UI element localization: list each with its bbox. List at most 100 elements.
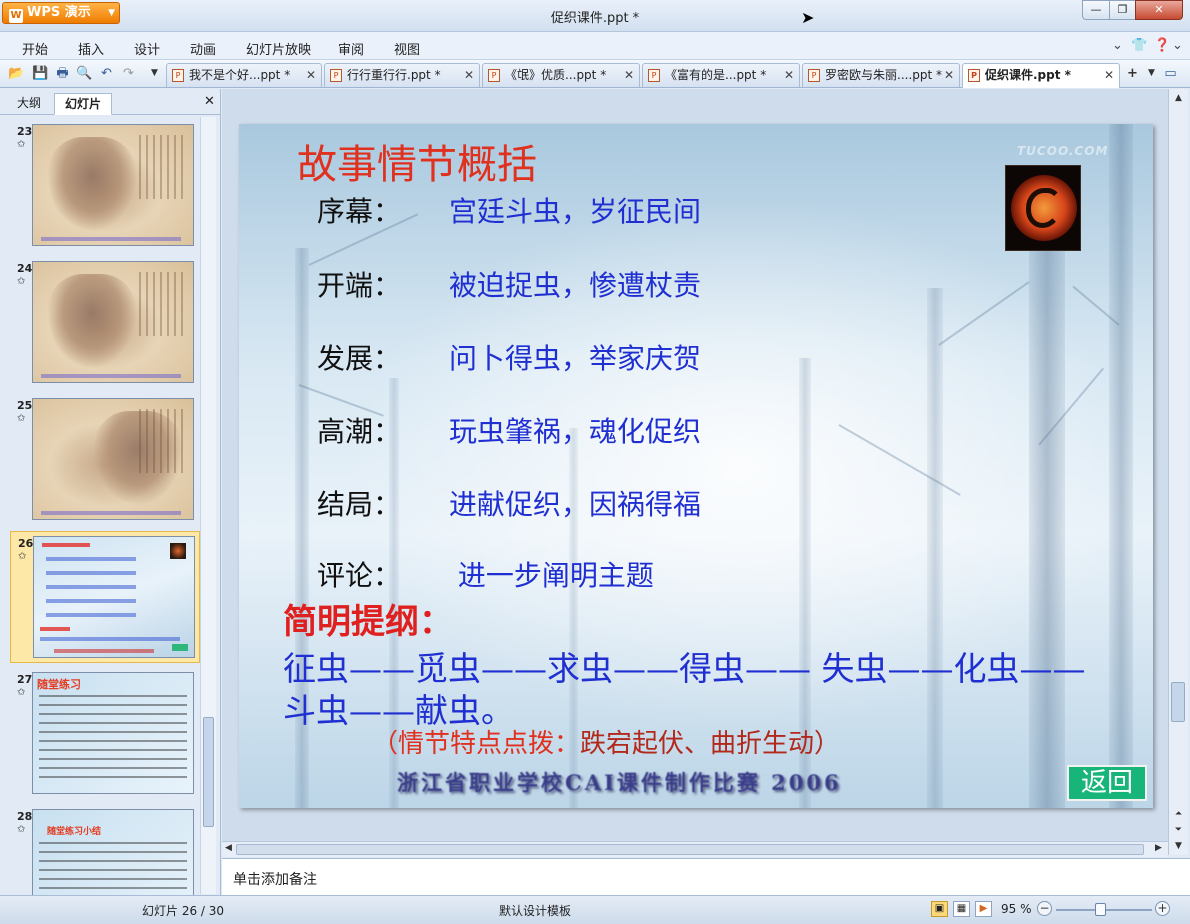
dragon-logo-icon [1005,165,1081,251]
tip-suffix: ） [814,729,841,759]
ppt-file-icon: P [808,69,820,82]
close-tab-icon[interactable]: ✕ [624,64,634,86]
print-icon[interactable]: 🖶 [54,65,71,82]
slide-thumbnail-25[interactable]: 25 ✩ [10,394,200,526]
doc-tab-6-active[interactable]: P 促织课件.ppt * ✕ [962,63,1120,88]
status-bar: 幻灯片 26 / 30 默认设计模板 ▣ ▦ ▶ 95 % − + [0,895,1190,924]
close-tab-icon[interactable]: ✕ [944,64,954,86]
slide-canvas[interactable]: 故事情节概括 TUCOO.COM 序幕： 宫廷斗虫，岁征民间 开端： 被迫捉虫，惨遭… [239,124,1153,808]
animation-star-icon: ✩ [17,139,26,150]
close-window-button[interactable]: ✕ [1135,0,1183,20]
skin-icon[interactable]: 👕 [1131,38,1147,53]
return-button[interactable]: 返回 [1067,765,1147,801]
outline-value: 宫廷斗虫，岁征民间 [449,195,702,228]
previous-slide-icon[interactable]: ⏶ [1171,807,1186,821]
menu-design[interactable]: 设计 [134,39,160,58]
zoom-out-icon[interactable]: − [1037,901,1052,916]
menu-animation[interactable]: 动画 [190,39,216,58]
close-panel-icon[interactable]: ✕ [204,94,215,109]
slide-preview-heading: 随堂练习 [37,678,81,691]
next-slide-icon[interactable]: ⏷ [1171,823,1186,837]
doc-tab-1[interactable]: P 我不是个好...ppt * ✕ [166,63,322,87]
undo-icon[interactable]: ↶ [98,65,115,82]
menu-view[interactable]: 视图 [394,39,420,58]
ppt-file-icon: P [648,69,660,82]
slide-preview [32,261,194,383]
slide-thumbnail-26[interactable]: 26 ✩ [10,531,200,663]
scroll-up-icon[interactable]: ▲ [1171,91,1186,105]
close-tab-icon[interactable]: ✕ [306,64,316,86]
open-icon[interactable]: 📂 [8,65,25,82]
maximize-button[interactable]: ❐ [1109,0,1136,20]
document-tab-bar: 📂 💾 🖶 🔍 ↶ ↷ ▼ P 我不是个好...ppt * ✕ P 行行重行行.… [0,60,1190,88]
tab-slides[interactable]: 幻灯片 [54,93,112,115]
animation-star-icon: ✩ [17,687,26,698]
help-icon[interactable]: ❓ [1154,38,1170,53]
slide-preview [32,124,194,246]
help-dropdown-icon[interactable]: ⌄ [1172,38,1183,53]
menu-review[interactable]: 审阅 [338,39,364,58]
scroll-thumb[interactable] [1171,682,1185,722]
minimize-button[interactable]: — [1082,0,1110,20]
outline-label: 发展： [317,342,402,375]
outline-label: 评论： [317,559,402,592]
slide-thumbnail-24[interactable]: 24 ✩ [10,257,200,389]
close-tab-icon[interactable]: ✕ [784,64,794,86]
window-layout-icon[interactable]: ▭ [1162,65,1179,82]
editor-horizontal-scrollbar[interactable]: ◀ ▶ [222,841,1168,857]
slide-thumbnail-27[interactable]: 27 ✩ 随堂练习 [10,668,200,800]
editor-vertical-scrollbar[interactable]: ▲ ⏶ ⏷ ▼ [1168,89,1188,855]
close-tab-icon[interactable]: ✕ [1104,64,1114,86]
notes-pane[interactable]: 单击添加备注 [222,858,1190,895]
new-tab-icon[interactable]: + [1124,65,1141,82]
normal-view-icon[interactable]: ▣ [931,901,948,917]
slide-number: 26 [18,537,34,550]
ppt-file-icon: P [968,69,980,82]
zoom-level[interactable]: 95 % [1001,902,1032,916]
doc-tab-3[interactable]: P 《氓》优质...ppt * ✕ [482,63,640,87]
menu-bar: 开始 插入 设计 动画 幻灯片放映 审阅 视图 ⌄ 👕 ❓ ⌄ [0,32,1190,60]
slide-number: 27 [17,673,33,686]
toolbar-dropdown-icon[interactable]: ▼ [146,65,163,82]
scroll-thumb[interactable] [236,844,1144,855]
close-tab-icon[interactable]: ✕ [464,64,474,86]
zoom-in-icon[interactable]: + [1155,901,1170,916]
doc-tab-2[interactable]: P 行行重行行.ppt * ✕ [324,63,480,87]
slide-thumbnail-28[interactable]: 28 ✩ 随堂练习小结 [10,805,200,895]
redo-icon[interactable]: ↷ [120,65,137,82]
menu-slideshow[interactable]: 幻灯片放映 [246,39,311,58]
scroll-thumb[interactable] [203,717,214,827]
outline-row-comment: 评论： 进一步阐明主题 [317,554,654,594]
slide-thumbnail-23[interactable]: 23 ✩ [10,120,200,252]
zoom-slider-handle[interactable] [1095,903,1106,916]
doc-tab-5[interactable]: P 罗密欧与朱丽....ppt * ✕ [802,63,960,87]
tip-prefix: （情节特点点拨： [372,729,581,759]
outline-value: 进一步阐明主题 [449,559,654,592]
notes-placeholder: 单击添加备注 [233,872,317,888]
slideshow-view-icon[interactable]: ▶ [975,901,992,917]
doc-tab-4[interactable]: P 《富有的是...ppt * ✕ [642,63,800,87]
slide-sorter-view-icon[interactable]: ▦ [953,901,970,917]
collapse-ribbon-icon[interactable]: ⌄ [1112,38,1123,53]
animation-star-icon: ✩ [17,824,26,835]
outline-row-prologue: 序幕： 宫廷斗虫，岁征民间 [317,190,701,230]
slide-number: 28 [17,810,33,823]
scroll-down-icon[interactable]: ▼ [1171,839,1186,853]
panel-tabs: 大纲 幻灯片 ✕ [0,89,221,115]
tab-list-dropdown-icon[interactable]: ▼ [1143,65,1160,82]
menu-home[interactable]: 开始 [22,39,48,58]
thumbnail-scrollbar[interactable] [200,117,216,894]
outline-label: 高潮： [317,415,402,448]
ppt-file-icon: P [330,69,342,82]
save-icon[interactable]: 💾 [32,65,49,82]
slide-number: 23 [17,125,33,138]
mouse-cursor-icon: ➤ [801,8,815,27]
outline-label: 序幕： [317,195,402,228]
scroll-right-icon[interactable]: ▶ [1155,843,1162,853]
print-preview-icon[interactable]: 🔍 [76,65,93,82]
scroll-left-icon[interactable]: ◀ [225,843,232,853]
tab-outline[interactable]: 大纲 [6,93,52,115]
outline-row-climax: 高潮： 玩虫肇祸，魂化促织 [317,410,701,450]
menu-insert[interactable]: 插入 [78,39,104,58]
tip-value: 跌宕起伏、曲折生动 [580,729,815,759]
